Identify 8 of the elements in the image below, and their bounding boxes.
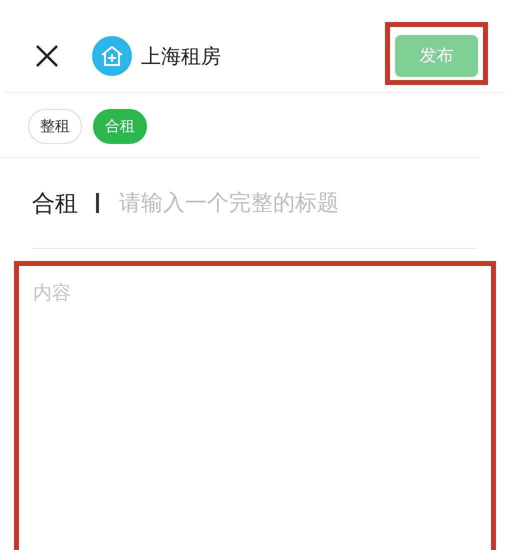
category-tag[interactable]: 整租 <box>28 109 82 144</box>
house-plus-icon <box>92 36 132 76</box>
category-tag[interactable]: 合租 <box>93 109 147 144</box>
separator-bar <box>96 193 99 213</box>
category-label: 合租 <box>32 190 78 218</box>
channel-title: 上海租房 <box>141 42 222 70</box>
close-icon[interactable] <box>35 44 59 68</box>
title-field[interactable]: 请输入一个完整的标题 <box>119 190 476 216</box>
